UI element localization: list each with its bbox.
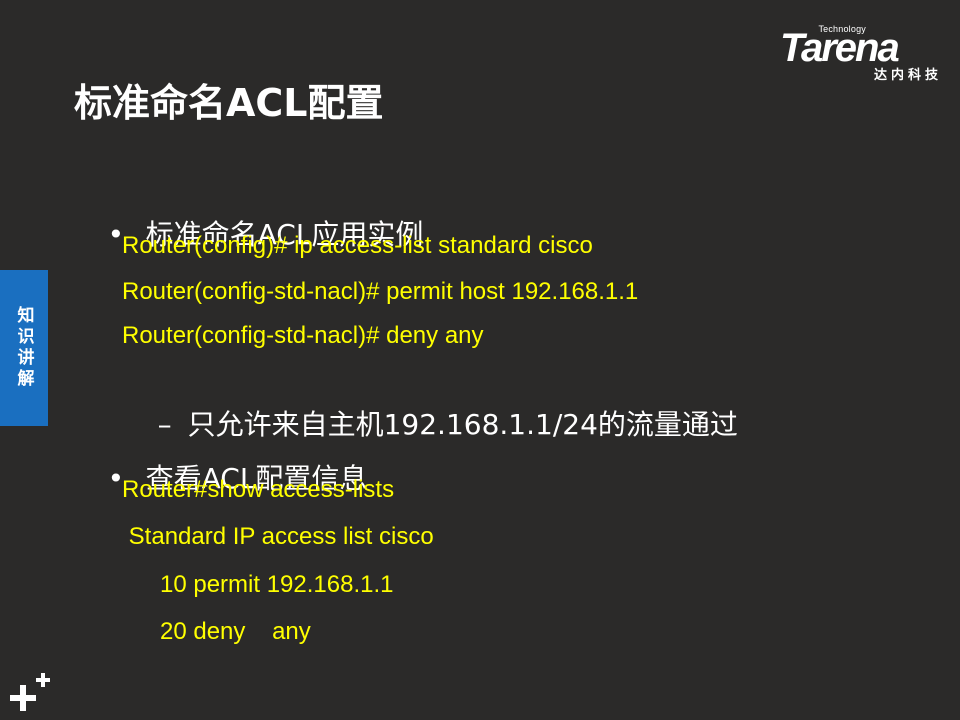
code-line: Router(config-std-nacl)# deny any [122,322,484,349]
code-line: 10 permit 192.168.1.1 [160,571,394,598]
code-line: Router(config)# ip access-list standard … [122,232,593,259]
side-tab-label: 知识讲解 [13,306,34,390]
code-line: Standard IP access list cisco [122,523,434,550]
code-line: Router(config-std-nacl)# permit host 192… [122,278,639,305]
plus-icon [10,673,50,711]
code-line: Router#show access-lists [122,476,395,503]
code-line: 20 deny any [160,618,311,645]
tarena-logo: Technology Tarena 达内科技 [780,24,944,84]
logo-chinese-text: 达内科技 [873,68,942,83]
slide: Technology Tarena 达内科技 标准命名ACL配置 知识讲解 • 标… [0,0,960,720]
logo-wordmark: Tarena [780,26,900,70]
side-tab: 知识讲解 [0,270,48,426]
slide-title: 标准命名ACL配置 [74,81,384,125]
